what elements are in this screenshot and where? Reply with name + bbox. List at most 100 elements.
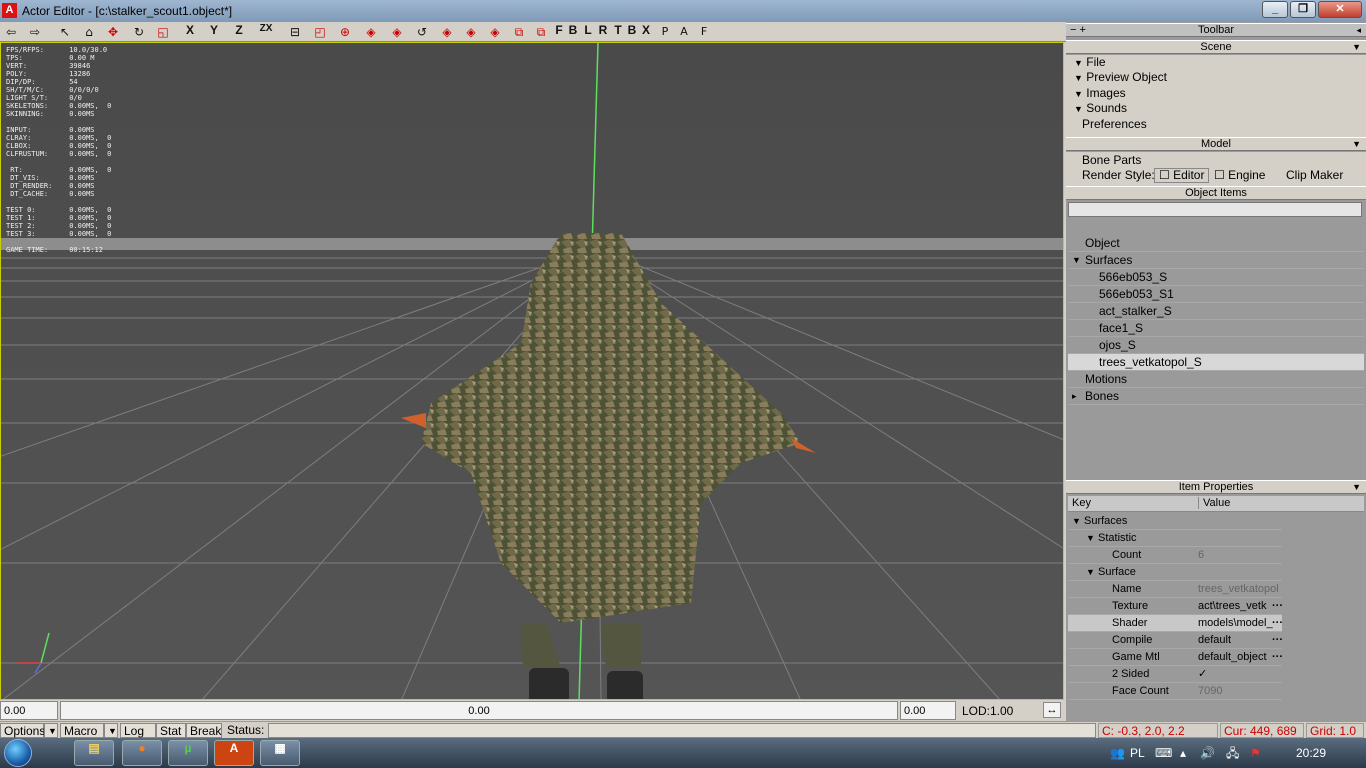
frame-slider[interactable]: 0.00 [60,701,898,720]
keyboard-icon[interactable]: ⌨ [1155,738,1172,768]
undo-icon[interactable]: ⇦ [2,23,20,41]
tree-item[interactable]: 566eb053_S1 [1068,286,1364,303]
free-camera-button[interactable]: F [698,23,710,41]
scale-icon[interactable]: ◱ [154,23,172,41]
property-value[interactable]: ✓ [1198,666,1280,683]
clip-maker-button[interactable]: Clip Maker [1286,168,1343,183]
value-column-header[interactable]: Value [1198,497,1284,509]
property-row[interactable]: Name trees_vetkatopol [1068,581,1282,598]
select-icon[interactable]: ↖ [56,23,74,41]
property-row[interactable]: ▼ Surfaces [1068,513,1282,530]
maximize-button[interactable]: ❐ [1290,1,1316,18]
tree-item[interactable]: ▼ Surfaces [1068,252,1364,269]
start-button[interactable] [4,739,32,767]
expanded-icon[interactable]: ▼ [1086,530,1095,547]
view-front-button[interactable]: F [553,23,565,41]
action-center-icon[interactable]: ⚑ [1250,738,1261,768]
property-value[interactable]: default [1198,632,1280,649]
tree-item[interactable]: Object [1068,235,1364,252]
lod-spin-icon[interactable]: ↔ [1043,702,1061,718]
property-row[interactable]: 2 Sided ✓ [1068,666,1282,683]
view-left-button[interactable]: L [582,23,594,41]
property-value[interactable]: act\trees_vetk [1198,598,1280,615]
property-value[interactable]: trees_vetkatopol [1198,581,1280,598]
browse-icon[interactable]: ··· [1272,649,1283,666]
view-top-button[interactable]: T [612,23,624,41]
tree-item[interactable]: Motions [1068,371,1364,388]
item-props-collapse-icon[interactable]: ▼ [1352,481,1361,494]
scene-preview-item[interactable]: ▼ Preview Object [1074,70,1167,85]
firefox-taskbar-icon[interactable]: ● [122,740,162,766]
snap-grid-icon[interactable]: ⊕ [336,23,354,41]
scene-file-item[interactable]: ▼ File [1074,55,1106,70]
expanded-icon[interactable]: ▼ [1086,564,1095,581]
property-value[interactable]: models\model_ [1198,615,1280,632]
zoom-selected-icon[interactable]: ⧉ [532,23,550,41]
axis-zx-button[interactable]: ZX [256,23,276,41]
property-row[interactable]: Texture act\trees_vetk ··· [1068,598,1283,615]
right-value-field[interactable]: 0.00 [900,701,956,720]
tree-item[interactable]: ▸ Bones [1068,388,1364,405]
snap-move-icon[interactable]: ◈ [438,23,456,41]
perspective-button[interactable]: P [659,23,671,41]
clock[interactable]: 20:29 [1296,738,1326,768]
options-button[interactable]: Options [0,723,45,738]
property-row[interactable]: Compile default ··· [1068,632,1283,649]
property-row[interactable]: Game Mtl default_object ··· [1068,649,1283,666]
expanded-icon[interactable]: ▼ [1072,513,1081,530]
property-row[interactable]: Face Count 7090 [1068,683,1282,700]
log-button[interactable]: Log [120,723,156,738]
axis-x-button[interactable]: X [182,23,198,41]
snap-normal-icon[interactable]: ◈ [486,23,504,41]
axis-y-button[interactable]: Y [206,23,222,41]
collapse-icon[interactable]: ◂ [1356,24,1361,37]
snap-box-icon[interactable]: ◰ [311,23,329,41]
document-taskbar-icon[interactable]: ▦ [260,740,300,766]
scene-sounds-item[interactable]: ▼ Sounds [1074,101,1127,116]
snap-vertex-icon[interactable]: ◈ [388,23,406,41]
tree-item[interactable]: face1_S [1068,320,1364,337]
snap-scale-icon[interactable]: ◈ [462,23,480,41]
utorrent-taskbar-icon[interactable]: µ [168,740,208,766]
close-button[interactable]: ✕ [1318,1,1362,18]
axis-z-button[interactable]: Z [231,23,247,41]
zoom-extent-icon[interactable]: ⧉ [510,23,528,41]
panel-toggle[interactable]: − + [1070,24,1086,37]
expanded-icon[interactable]: ▼ [1072,252,1081,269]
snap-object-icon[interactable]: ◈ [362,23,380,41]
language-indicator[interactable]: PL [1130,738,1145,768]
options-dropdown-icon[interactable]: ▼ [44,723,58,738]
volume-icon[interactable]: 🔊 [1200,738,1215,768]
collapsed-icon[interactable]: ▸ [1072,388,1077,405]
view-back-button[interactable]: B [567,23,579,41]
property-row[interactable]: ▼ Surface [1068,564,1282,581]
minimize-button[interactable]: _ [1262,1,1288,18]
redo-icon[interactable]: ⇨ [26,23,44,41]
model-collapse-icon[interactable]: ▼ [1352,138,1361,151]
browse-icon[interactable]: ··· [1272,615,1283,632]
editor-radio[interactable]: ☐ Editor [1154,168,1210,183]
break-button[interactable]: Break [186,723,222,738]
engine-radio[interactable]: ☐ Engine [1214,168,1265,183]
property-value[interactable]: default_object [1198,649,1280,666]
scene-header[interactable]: Scene ▼ [1066,40,1366,54]
add-icon[interactable]: ⌂ [80,23,98,41]
rotate-icon[interactable]: ↻ [130,23,148,41]
view-reset-button[interactable]: X [640,23,652,41]
explorer-taskbar-icon[interactable]: ▤ [74,740,114,766]
property-value[interactable]: 6 [1198,547,1280,564]
tree-item[interactable]: ojos_S [1068,337,1364,354]
viewport-3d[interactable]: FPS/RFPS: 10.0/30.0 TPS: 0.00 M VERT: 3984… [0,42,1064,700]
object-items-filter[interactable] [1068,202,1362,217]
move-icon[interactable]: ✥ [104,23,122,41]
bone-parts-button[interactable]: Bone Parts [1082,153,1141,168]
property-value[interactable]: 7090 [1198,683,1280,700]
tree-item[interactable]: act_stalker_S [1068,303,1364,320]
stat-button[interactable]: Stat [156,723,186,738]
actor-editor-taskbar-icon[interactable]: A [214,740,254,766]
view-bottom-button[interactable]: B [626,23,638,41]
tray-people-icon[interactable]: 👥 [1110,738,1125,768]
scene-collapse-icon[interactable]: ▼ [1352,41,1361,54]
toolbar-header[interactable]: − + Toolbar ◂ [1066,23,1366,37]
mirror-icon[interactable]: ⊟ [286,23,304,41]
